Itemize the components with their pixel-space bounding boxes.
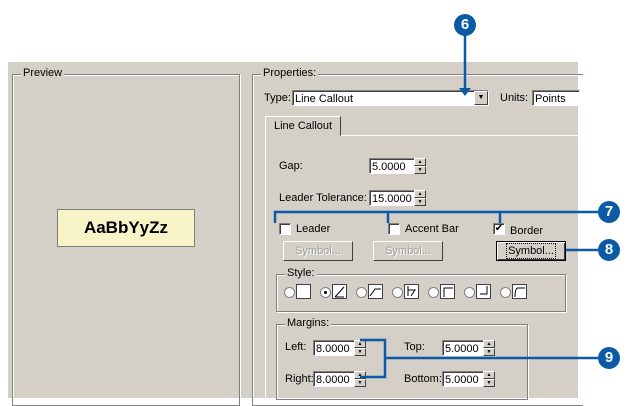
callout-9-line (360, 338, 598, 379)
callout-7-line (273, 210, 502, 223)
callout-badge-8: 8 (598, 239, 620, 261)
callout-badge-6: 6 (454, 14, 476, 36)
callout-badge-7: 7 (598, 201, 620, 223)
tab-line-callout[interactable]: Line Callout (265, 116, 341, 136)
callout-badge-9: 9 (598, 347, 620, 369)
callout-lines (273, 35, 598, 379)
callout-6-arrowhead (459, 88, 471, 96)
tab-line-callout-label: Line Callout (274, 120, 333, 132)
